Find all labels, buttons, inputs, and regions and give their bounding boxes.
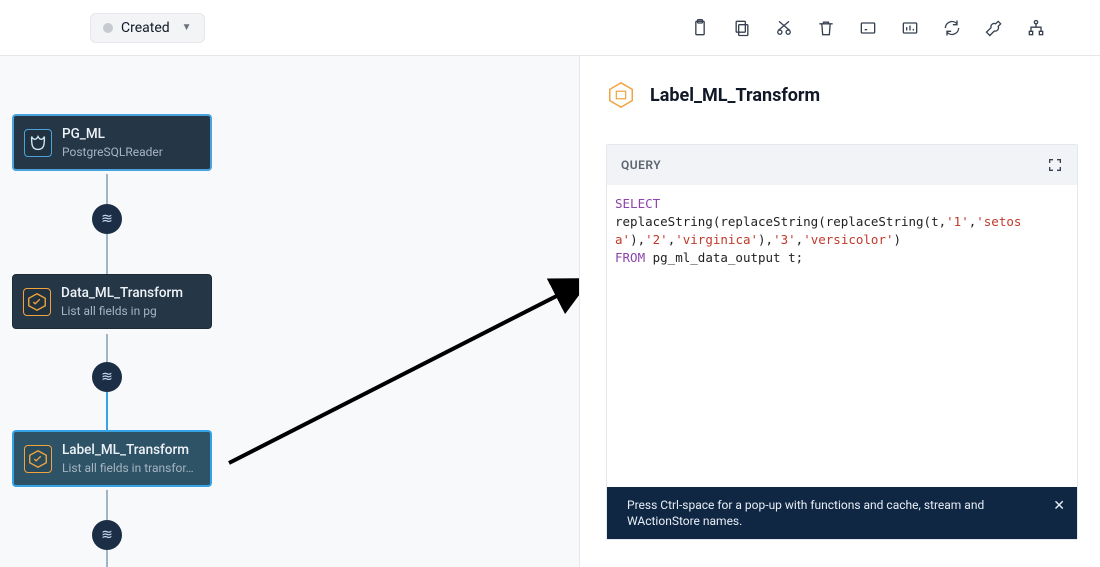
- node-label-ml-transform[interactable]: Label_ML_Transform List all fields in tr…: [12, 430, 212, 487]
- connector-line: [106, 334, 108, 362]
- transform-icon: [24, 445, 52, 473]
- annotation-arrow-icon: [226, 270, 580, 470]
- node-title: PG_ML: [62, 126, 198, 142]
- chart-icon[interactable]: [900, 18, 920, 38]
- node-data-ml-transform[interactable]: Data_ML_Transform List all fields in pg: [12, 274, 212, 329]
- node-subtitle: List all fields in transfor…: [62, 461, 198, 475]
- connector-line: [106, 234, 108, 274]
- connector-line: [106, 550, 108, 567]
- details-panel: Label_ML_Transform QUERY SELECT replaceS…: [580, 56, 1100, 567]
- status-dot-icon: [103, 23, 113, 33]
- node-title: Label_ML_Transform: [62, 442, 198, 458]
- status-dropdown[interactable]: Created ▼: [90, 13, 205, 43]
- connector-line: [106, 392, 108, 430]
- hierarchy-icon[interactable]: [1026, 18, 1046, 38]
- hint-bar: Press Ctrl-space for a pop-up with funct…: [607, 487, 1077, 539]
- node-subtitle: PostgreSQLReader: [62, 145, 198, 159]
- node-pg-ml[interactable]: PG_ML PostgreSQLReader: [12, 114, 212, 171]
- cut-icon[interactable]: [774, 18, 794, 38]
- chevron-down-icon: ▼: [182, 22, 192, 33]
- refresh-icon[interactable]: [942, 18, 962, 38]
- clipboard-icon[interactable]: [690, 18, 710, 38]
- stream-icon[interactable]: ≋: [92, 204, 122, 234]
- stream-icon[interactable]: ≋: [92, 362, 122, 392]
- status-label: Created: [121, 20, 170, 36]
- query-panel: QUERY SELECT replaceString(replaceString…: [606, 144, 1078, 540]
- node-subtitle: List all fields in pg: [61, 304, 199, 318]
- copy-icon[interactable]: [732, 18, 752, 38]
- stream-icon[interactable]: ≋: [92, 520, 122, 550]
- toolbar: [690, 18, 1084, 38]
- topbar: Created ▼: [0, 0, 1100, 56]
- card-icon[interactable]: [858, 18, 878, 38]
- hint-text: Press Ctrl-space for a pop-up with funct…: [627, 498, 984, 528]
- postgres-icon: [24, 129, 52, 157]
- query-label: QUERY: [621, 158, 661, 172]
- transform-hex-icon: [606, 80, 636, 110]
- close-icon[interactable]: ✕: [1053, 497, 1065, 516]
- node-title: Data_ML_Transform: [61, 285, 199, 301]
- connector-line: [106, 174, 108, 204]
- wrench-icon[interactable]: [984, 18, 1004, 38]
- details-title: Label_ML_Transform: [650, 85, 820, 106]
- trash-icon[interactable]: [816, 18, 836, 38]
- query-editor[interactable]: SELECT replaceString(replaceString(repla…: [607, 185, 1077, 487]
- transform-icon: [23, 288, 51, 316]
- flow-canvas[interactable]: PG_ML PostgreSQLReader ≋ Data_ML_Transfo…: [0, 56, 580, 567]
- expand-icon[interactable]: [1047, 157, 1063, 173]
- connector-line: [106, 490, 108, 520]
